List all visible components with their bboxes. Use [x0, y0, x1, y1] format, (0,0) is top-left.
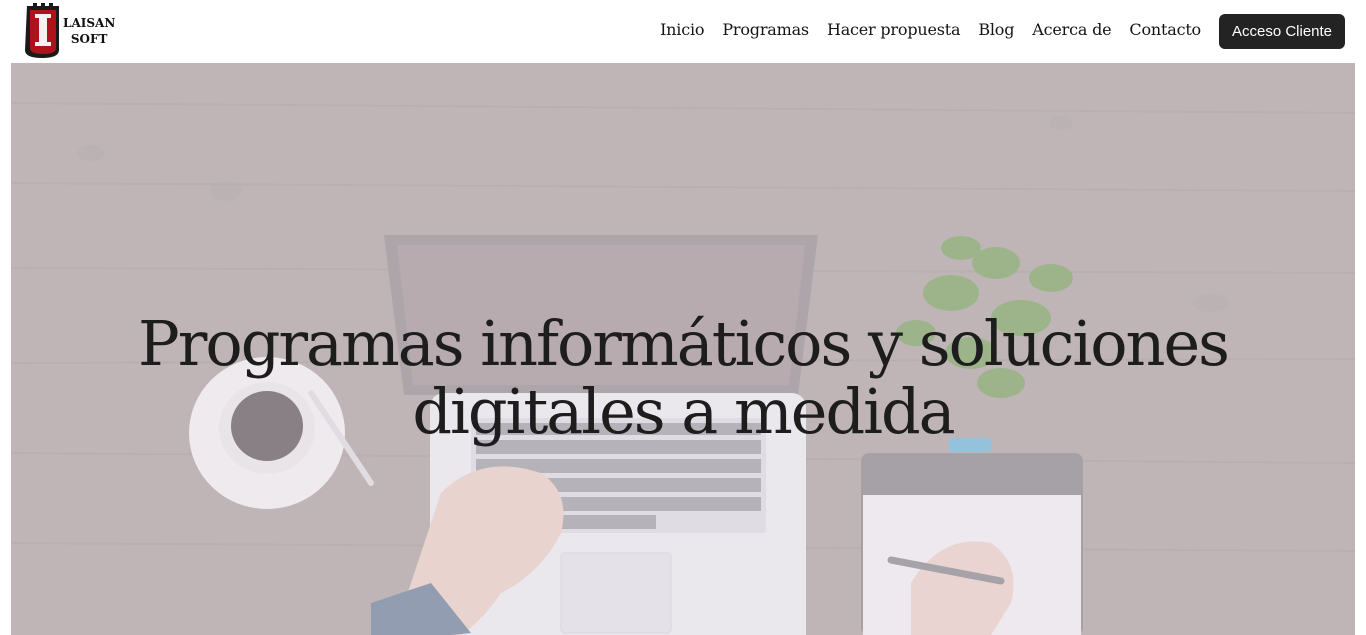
- logo-wordmark: LAISAN SOFT: [63, 15, 115, 47]
- nav-item-inicio[interactable]: Inicio: [660, 20, 704, 39]
- logo-line-1: LAISAN: [63, 16, 116, 30]
- site-logo[interactable]: LAISAN SOFT: [22, 2, 122, 62]
- hero-title: Programas informáticos y soluciones digi…: [138, 307, 1230, 449]
- site-header: LAISAN SOFT Inicio Programas Hacer propu…: [0, 0, 1366, 63]
- nav-item-blog[interactable]: Blog: [978, 20, 1014, 39]
- nav-item-acerca-de[interactable]: Acerca de: [1032, 20, 1111, 39]
- nav-item-hacer-propuesta[interactable]: Hacer propuesta: [827, 20, 961, 39]
- nav-item-programas[interactable]: Programas: [722, 20, 809, 39]
- shield-logo-icon: [25, 3, 59, 58]
- nav-item-contacto[interactable]: Contacto: [1129, 20, 1201, 39]
- main-nav: Inicio Programas Hacer propuesta Blog Ac…: [660, 20, 1201, 39]
- client-access-button[interactable]: Acceso Cliente: [1219, 14, 1345, 49]
- hero-banner: Programas informáticos y soluciones digi…: [11, 63, 1355, 635]
- logo-line-2: SOFT: [70, 32, 108, 46]
